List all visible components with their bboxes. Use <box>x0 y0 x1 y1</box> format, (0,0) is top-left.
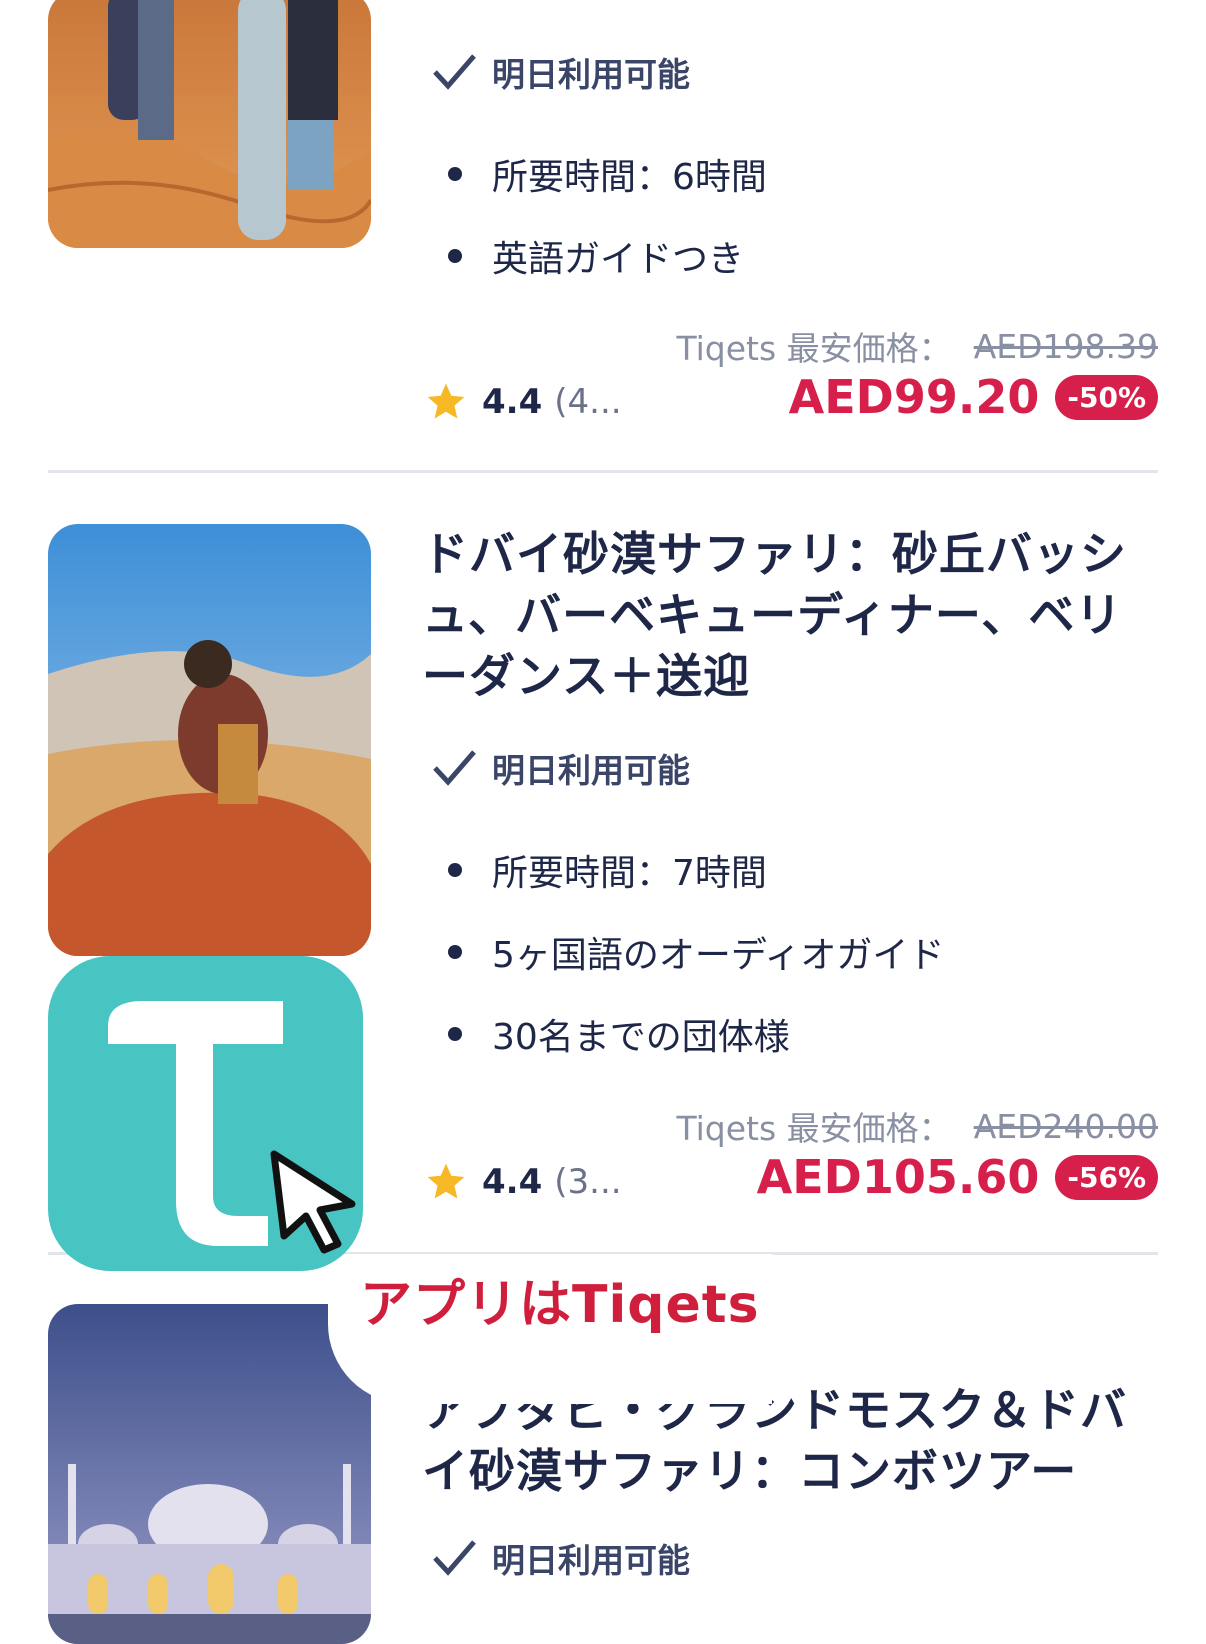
feature-item: 所要時間：7時間 <box>448 844 767 896</box>
check-icon <box>433 750 476 786</box>
bullet-icon <box>448 945 462 959</box>
listing-image-sandboarding[interactable] <box>48 0 371 248</box>
listing-title[interactable]: ドバイ砂漠サファリ：砂丘バッシュ、バーベキューディナー、ベリーダンス＋送迎 <box>422 524 1142 707</box>
bullet-icon <box>448 167 462 181</box>
rating: 4.4 (4... <box>424 380 622 424</box>
discount-badge: -56% <box>1055 1154 1158 1200</box>
divider <box>48 470 1158 473</box>
rating: 4.4 (3... <box>424 1160 622 1204</box>
star-icon <box>427 1163 465 1199</box>
cursor-arrow-icon <box>270 1150 356 1254</box>
original-price: AED240.00 <box>973 1106 1158 1146</box>
bullet-icon <box>448 1027 462 1041</box>
availability-label: 明日利用可能 <box>432 744 690 792</box>
star-icon <box>427 383 465 419</box>
listing-image-camel-safari[interactable] <box>48 524 371 956</box>
check-icon <box>433 54 476 90</box>
check-icon <box>433 1540 476 1576</box>
sale-price: AED105.60 <box>756 1150 1040 1204</box>
availability-label: 明日利用可能 <box>432 1534 690 1582</box>
availability-label: 明日利用可能 <box>432 48 690 96</box>
feature-item: 5ヶ国語のオーディオガイド <box>448 926 944 978</box>
listing-image-grand-mosque[interactable] <box>48 1304 371 1644</box>
price: AED105.60 -56% <box>757 1150 1158 1204</box>
original-price: AED198.39 <box>973 326 1158 366</box>
bullet-icon <box>448 863 462 877</box>
price-label-row: Tiqets 最安価格： AED198.39 <box>676 326 1159 369</box>
discount-badge: -50% <box>1055 374 1158 420</box>
price: AED99.20 -50% <box>789 370 1158 424</box>
sale-price: AED99.20 <box>788 370 1040 424</box>
bullet-icon <box>448 249 462 263</box>
feature-item: 英語ガイドつき <box>448 230 744 282</box>
price-label-row: Tiqets 最安価格： AED240.00 <box>676 1106 1159 1149</box>
caption-text: アプリはTiqets <box>360 1275 760 1335</box>
feature-item: 30名までの団体様 <box>448 1008 790 1060</box>
feature-item: 所要時間：6時間 <box>448 148 767 200</box>
